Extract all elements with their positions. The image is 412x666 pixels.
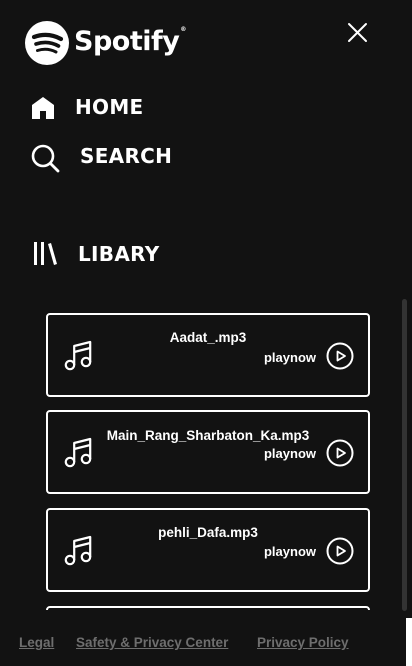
playnow-label[interactable]: playnow [264,544,316,559]
footer-edge [406,618,412,666]
footer-link-privacy[interactable]: Privacy Policy [257,635,349,650]
play-icon [326,537,354,565]
play-icon [326,342,354,370]
nav-search[interactable]: SEARCH [30,143,172,175]
scrollbar[interactable] [402,299,407,611]
play-icon [326,439,354,467]
library-icon [34,242,57,265]
song-card[interactable]: pehli_Dafa.mp3 playnow [46,508,370,592]
nav-search-label: SEARCH [80,144,173,168]
song-card[interactable]: Aadat_.mp3 playnow [46,313,370,397]
nav-home-label: HOME [75,95,144,119]
play-button[interactable] [326,537,354,565]
song-list: Aadat_.mp3 playnow Main_Rang_Sharbaton_K… [0,300,412,610]
nav-home[interactable]: HOME [30,94,144,120]
nav-library-label: LIBARY [78,242,160,266]
song-card[interactable]: Main_Rang_Sharbaton_Ka.mp3 playnow [46,410,370,494]
search-icon [31,144,60,173]
song-title: Main_Rang_Sharbaton_Ka.mp3 [106,428,310,443]
song-title: pehli_Dafa.mp3 [158,525,258,540]
nav-library[interactable]: LIBARY [33,241,160,267]
footer-link-legal[interactable]: Legal [19,635,54,650]
close-icon [348,23,367,42]
close-button[interactable] [343,19,371,47]
play-button[interactable] [326,342,354,370]
footer-link-safety[interactable]: Safety & Privacy Center [76,635,228,650]
song-title: Aadat_.mp3 [169,330,247,345]
spotify-logo[interactable]: Spotify® [25,21,186,65]
song-card[interactable] [46,606,370,610]
playnow-label[interactable]: playnow [264,350,316,365]
home-icon [32,97,54,119]
spotify-logo-icon [25,21,69,65]
sidebar: Spotify® HOME SEARCH LIBARY Aadat_.mp3 p… [0,0,412,666]
playnow-label[interactable]: playnow [264,446,316,461]
footer: Legal Safety & Privacy Center Privacy Po… [0,618,412,666]
logo-text: Spotify® [74,26,186,57]
play-button[interactable] [326,439,354,467]
